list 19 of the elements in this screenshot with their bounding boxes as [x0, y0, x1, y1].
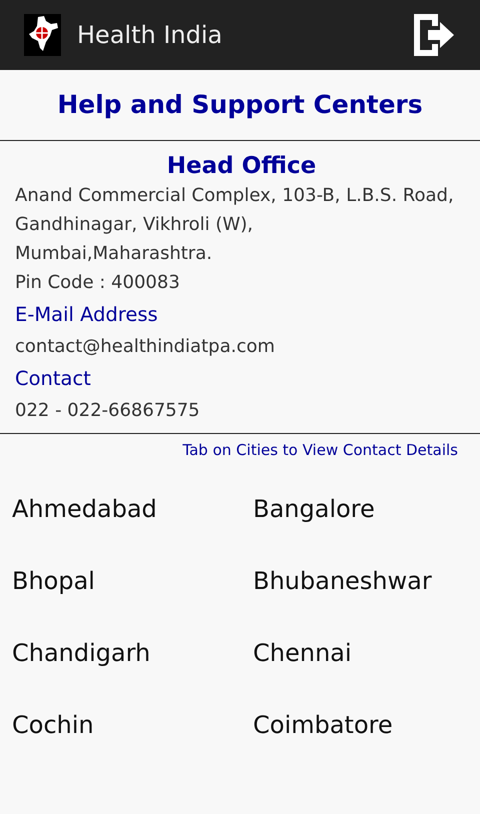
contact-label: Contact — [15, 366, 92, 392]
city-item[interactable]: Chandigarh — [12, 617, 253, 689]
email-label: E-Mail Address — [15, 302, 159, 328]
city-item[interactable]: Bhubaneshwar — [253, 545, 480, 617]
page-title: Help and Support Centers — [57, 89, 423, 122]
city-item[interactable]: Chennai — [253, 617, 480, 689]
india-map-icon — [24, 14, 61, 56]
city-item[interactable]: Ahmedabad — [12, 473, 253, 545]
section-heading: Head Office — [166, 152, 318, 181]
logout-button[interactable] — [412, 12, 456, 58]
address-text: Anand Commercial Complex, 103-B, L.B.S. Road, Gandhinagar, Vikhroli (W), Mumbai,Maharashtra. Pin Code : 400083 — [15, 184, 455, 295]
city-item[interactable]: Cochin — [12, 689, 253, 761]
city-item[interactable]: Bangalore — [253, 473, 480, 545]
city-item[interactable]: Coimbatore — [253, 689, 480, 761]
hint-text: Tab on Cities to View Contact Details — [182, 441, 458, 459]
city-item[interactable]: Bhopal — [12, 545, 253, 617]
email-text: contact@healthindiatpa.com — [15, 335, 275, 359]
app-title: Health India — [77, 23, 222, 47]
phone-text: 022 - 022-66867575 — [15, 399, 200, 423]
